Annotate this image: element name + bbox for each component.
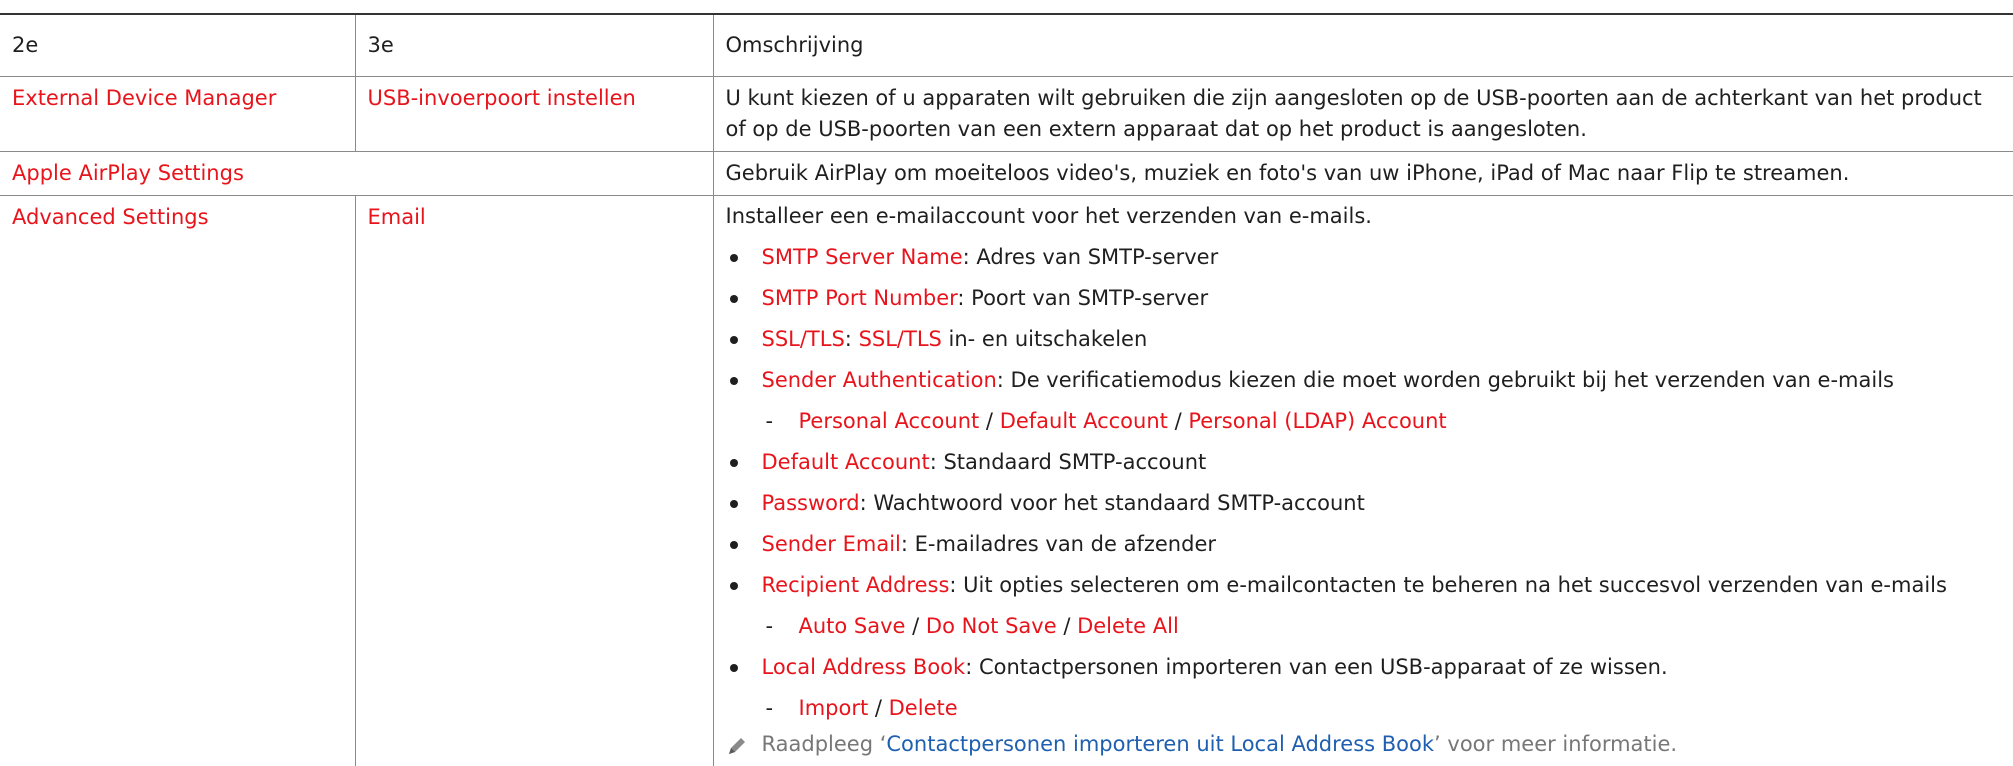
value-personal-ldap-account: Personal (LDAP) Account: [1188, 409, 1446, 433]
value-default-account: Default Account: [1000, 409, 1168, 433]
settings-table: 2e 3e Omschrijving External Device Manag…: [0, 13, 2013, 766]
note-link[interactable]: Contactpersonen importeren uit Local Add…: [886, 732, 1434, 756]
value-delete-all: Delete All: [1077, 614, 1179, 638]
dash-marker: -: [766, 606, 774, 647]
table-row: External Device Manager USB-invoerpoort …: [0, 77, 2013, 152]
row-description: U kunt kiezen of u apparaten wilt gebrui…: [713, 77, 2013, 152]
table-row: Apple AirPlay Settings Gebruik AirPlay o…: [0, 152, 2013, 196]
option-description: in- en uitschakelen: [942, 327, 1147, 351]
value-auto-save: Auto Save: [799, 614, 906, 638]
email-options-list: SMTP Server Name: Adres van SMTP-server …: [726, 237, 2002, 729]
header-col-2e: 2e: [0, 15, 355, 77]
option-sender-authentication: Sender Authentication: [762, 368, 997, 392]
list-item: Sender Authentication: De verificatiemod…: [726, 360, 2002, 401]
separator: /: [868, 696, 888, 720]
dash-marker: -: [766, 688, 774, 729]
header-col-3e: 3e: [355, 15, 713, 77]
header-col-description: Omschrijving: [713, 15, 2013, 77]
list-item: Password: Wachtwoord voor het standaard …: [726, 483, 2002, 524]
option-smtp-server-name: SMTP Server Name: [762, 245, 963, 269]
note-suffix: ’ voor meer informatie.: [1434, 732, 1677, 756]
list-item: SMTP Server Name: Adres van SMTP-server: [726, 237, 2002, 278]
setting-usb-input-port[interactable]: USB-invoerpoort instellen: [355, 77, 713, 152]
option-default-account: Default Account: [762, 450, 930, 474]
list-item: Recipient Address: Uit opties selecteren…: [726, 565, 2002, 606]
option-description: : Standaard SMTP-account: [930, 450, 1207, 474]
separator: /: [1057, 614, 1077, 638]
option-ssl-tls: SSL/TLS: [762, 327, 845, 351]
setting-email[interactable]: Email: [355, 196, 713, 766]
value-import: Import: [799, 696, 869, 720]
pencil-icon: [726, 735, 748, 757]
separator: :: [845, 327, 859, 351]
list-item: Sender Email: E-mailadres van de afzende…: [726, 524, 2002, 565]
row-description: Gebruik AirPlay om moeiteloos video's, m…: [713, 152, 2013, 196]
sub-list-item: - Personal Account / Default Account / P…: [726, 401, 2002, 442]
separator: /: [905, 614, 925, 638]
option-recipient-address: Recipient Address: [762, 573, 950, 597]
option-description: : Contactpersonen importeren van een USB…: [965, 655, 1667, 679]
option-description: : Uit opties selecteren om e-mailcontact…: [949, 573, 1947, 597]
value-personal-account: Personal Account: [799, 409, 980, 433]
email-intro: Installeer een e-mailaccount voor het ve…: [726, 196, 2002, 237]
option-sender-email: Sender Email: [762, 532, 901, 556]
separator: /: [979, 409, 999, 433]
table-header: 2e 3e Omschrijving: [0, 15, 2013, 77]
list-item: Default Account: Standaard SMTP-account: [726, 442, 2002, 483]
list-item: SMTP Port Number: Poort van SMTP-server: [726, 278, 2002, 319]
setting-external-device-manager[interactable]: External Device Manager: [0, 77, 355, 152]
option-password: Password: [762, 491, 860, 515]
separator: /: [1168, 409, 1188, 433]
list-item: SSL/TLS: SSL/TLS in- en uitschakelen: [726, 319, 2002, 360]
option-ssl-tls-value: SSL/TLS: [859, 327, 942, 351]
option-description: : E-mailadres van de afzender: [901, 532, 1216, 556]
dash-marker: -: [766, 401, 774, 442]
option-description: : Adres van SMTP-server: [963, 245, 1219, 269]
value-do-not-save: Do Not Save: [926, 614, 1057, 638]
sub-list-item: - Auto Save / Do Not Save / Delete All: [726, 606, 2002, 647]
option-description: : Wachtwoord voor het standaard SMTP-acc…: [860, 491, 1365, 515]
value-delete: Delete: [889, 696, 958, 720]
sub-list-item: - Import / Delete: [726, 688, 2002, 729]
option-description: : Poort van SMTP-server: [957, 286, 1208, 310]
option-description: : De verificatiemodus kiezen die moet wo…: [997, 368, 1894, 392]
setting-apple-airplay[interactable]: Apple AirPlay Settings: [0, 152, 713, 196]
reference-note: Raadpleeg ‘Contactpersonen importeren ui…: [726, 729, 2002, 760]
option-smtp-port-number: SMTP Port Number: [762, 286, 958, 310]
option-local-address-book: Local Address Book: [762, 655, 966, 679]
list-item: Local Address Book: Contactpersonen impo…: [726, 647, 2002, 688]
row-description: Installeer een e-mailaccount voor het ve…: [713, 196, 2013, 766]
table-row: Advanced Settings Email Installeer een e…: [0, 196, 2013, 766]
note-prefix: Raadpleeg ‘: [762, 732, 887, 756]
setting-advanced-settings[interactable]: Advanced Settings: [0, 196, 355, 766]
